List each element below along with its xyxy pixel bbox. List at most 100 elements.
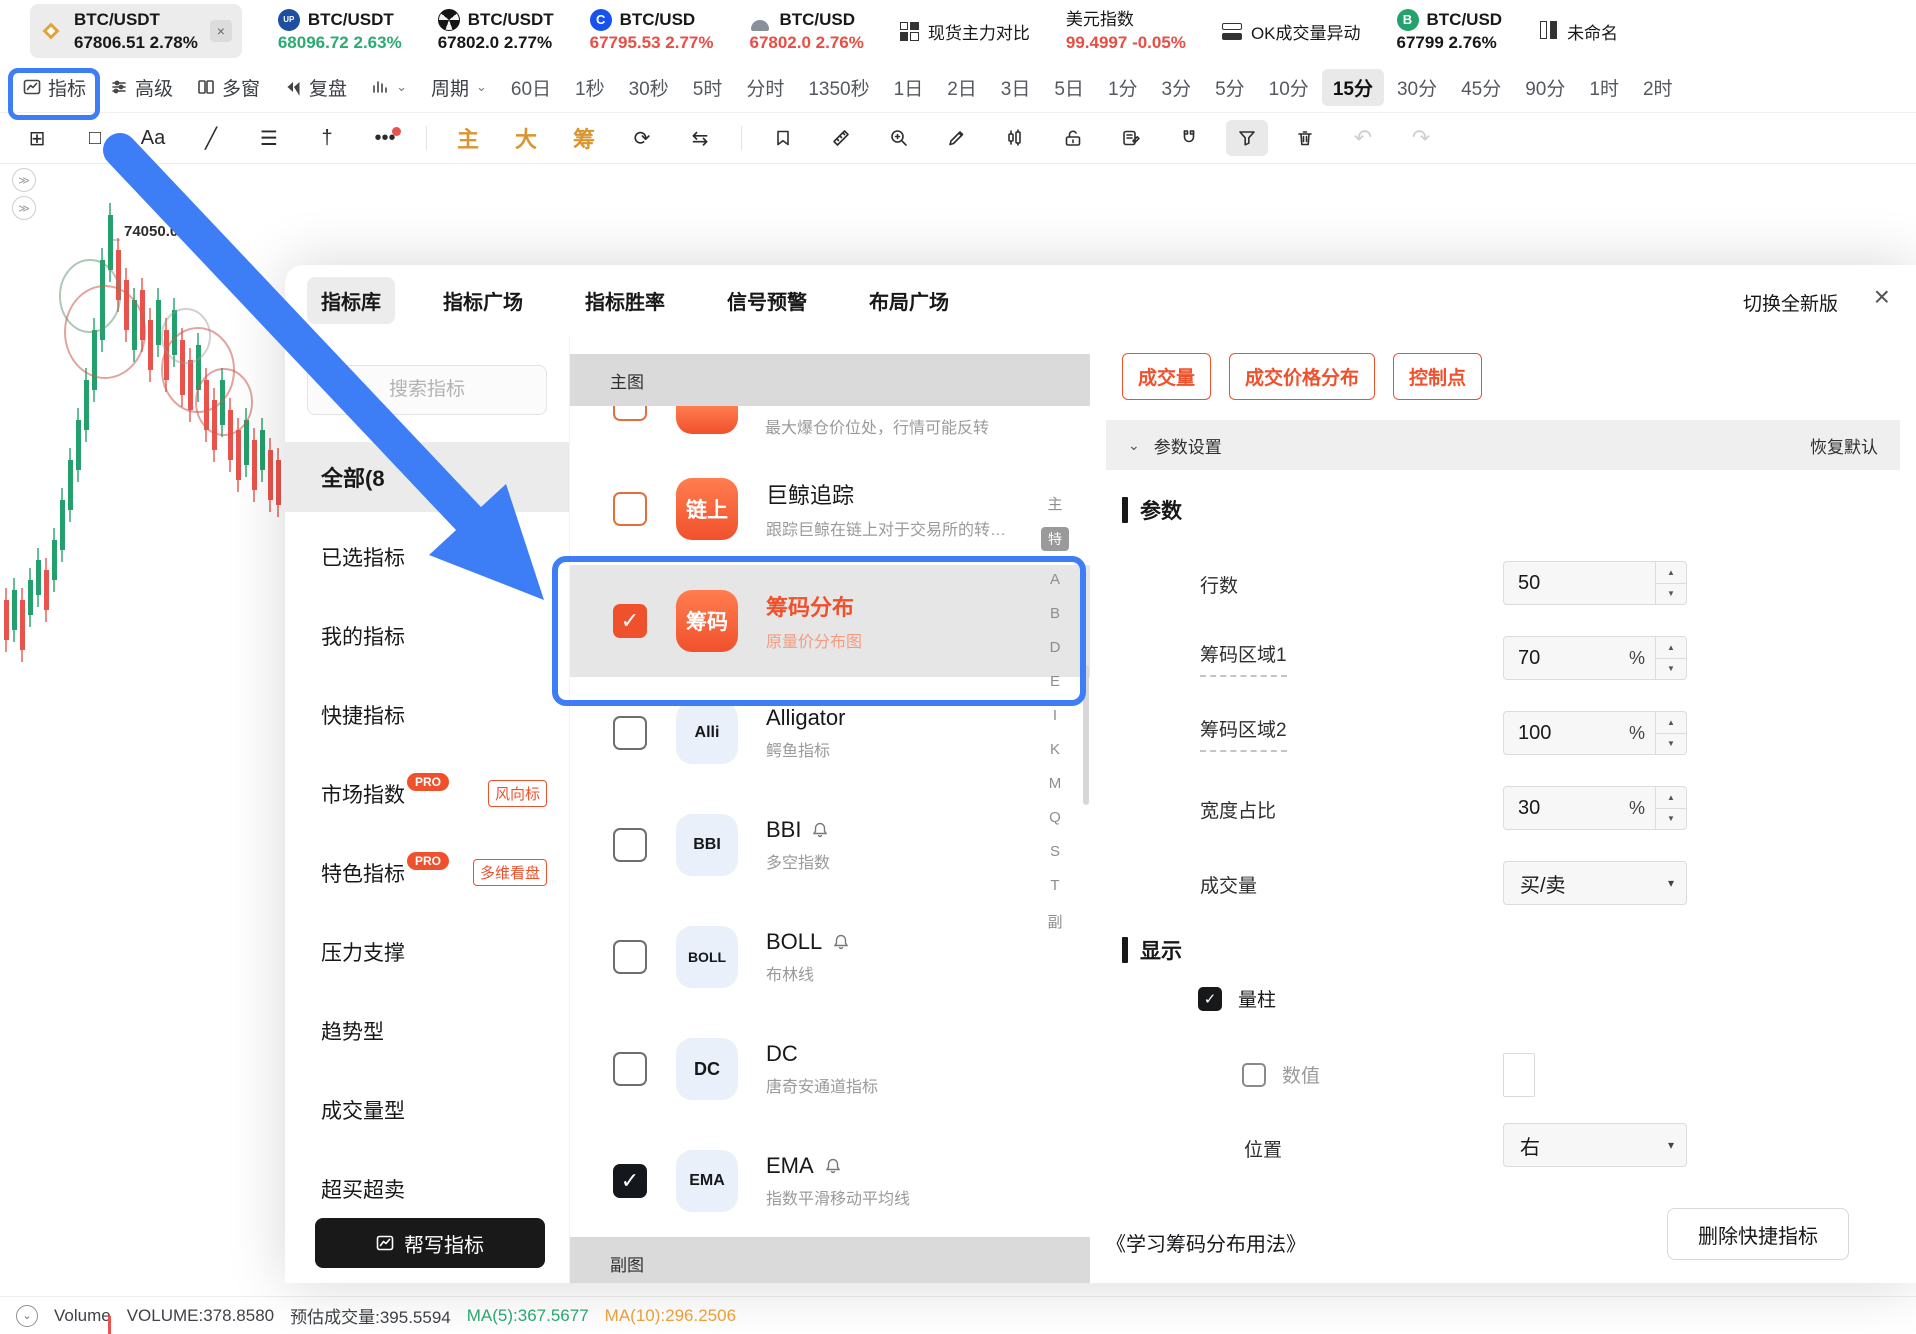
- ticker-btcusd-coinbase[interactable]: CBTC/USD 67795.53 2.77%: [590, 9, 714, 53]
- timeframe-1350s[interactable]: 1350秒: [797, 69, 880, 106]
- tab-indicator-library[interactable]: 指标库: [307, 277, 395, 324]
- rail-letter-q[interactable]: Q: [1041, 809, 1069, 826]
- timeframe-30s[interactable]: 30秒: [618, 69, 680, 106]
- rail-letter-t[interactable]: T: [1041, 877, 1069, 894]
- checkbox-checked[interactable]: [1198, 987, 1222, 1011]
- rail-letter-i[interactable]: I: [1041, 707, 1069, 724]
- volume-mode-select[interactable]: 买/卖 ▾: [1503, 861, 1687, 905]
- timeframe-5d[interactable]: 5日: [1043, 69, 1095, 106]
- chip-zone2-stepper[interactable]: 100% ▲▼: [1503, 711, 1687, 755]
- timeframe-15m-active[interactable]: 15分: [1322, 69, 1384, 106]
- pencil-icon[interactable]: [936, 120, 978, 156]
- spin-up-icon[interactable]: ▲: [1656, 562, 1686, 584]
- indicator-checkbox[interactable]: [613, 1052, 647, 1086]
- switch-new-version-link[interactable]: 切换全新版: [1743, 289, 1838, 316]
- sidebar-item-support-resistance[interactable]: 压力支撑: [285, 912, 569, 991]
- sidebar-item-trend[interactable]: 趋势型: [285, 991, 569, 1070]
- ok-volume-anomaly[interactable]: OK成交量异动: [1222, 19, 1361, 44]
- spin-up-icon[interactable]: ▲: [1656, 787, 1686, 809]
- tab-signal-alert[interactable]: 信号预警: [713, 277, 821, 324]
- rectangle-tool-icon[interactable]: □: [74, 120, 116, 156]
- toggle-values[interactable]: 数值: [1242, 1061, 1320, 1088]
- indic-row-boll[interactable]: BOLL BOLL 布林线: [570, 901, 1090, 1013]
- timeframe-1m[interactable]: 1分: [1097, 69, 1149, 106]
- sidebar-item-volume-type[interactable]: 成交量型: [285, 1070, 569, 1149]
- timeframe-1h[interactable]: 1时: [1578, 69, 1630, 106]
- ticker-btcusd-bitstamp[interactable]: BBTC/USD 67799 2.76%: [1397, 9, 1503, 53]
- position-select[interactable]: 右 ▾: [1503, 1123, 1687, 1167]
- indicator-checkbox[interactable]: [613, 406, 647, 421]
- indicator-checkbox[interactable]: [613, 940, 647, 974]
- lock-icon[interactable]: [1052, 120, 1094, 156]
- cross-tool-icon[interactable]: †: [306, 120, 348, 156]
- timeframe-90m[interactable]: 90分: [1514, 69, 1576, 106]
- sidebar-item-featured-indicators[interactable]: 特色指标PRO 多维看盘: [285, 833, 569, 912]
- toggle-volume-bars[interactable]: 量柱: [1198, 985, 1276, 1012]
- candles-icon[interactable]: [994, 120, 1036, 156]
- parallel-lines-icon[interactable]: ☰: [248, 120, 290, 156]
- tab-indicator-plaza[interactable]: 指标广场: [429, 277, 537, 324]
- indicator-checkbox[interactable]: [613, 716, 647, 750]
- timeframe-5h[interactable]: 5时: [682, 69, 734, 106]
- bell-icon[interactable]: [811, 821, 829, 839]
- multi-window-button[interactable]: 多窗: [186, 74, 271, 101]
- spinner[interactable]: ▲▼: [1655, 712, 1686, 754]
- indic-row-dc[interactable]: DC DC 唐奇安通道指标: [570, 1013, 1090, 1125]
- timeframe-1d[interactable]: 1日: [883, 69, 935, 106]
- pill-control-points[interactable]: 控制点: [1393, 353, 1482, 400]
- bell-icon[interactable]: [824, 1157, 842, 1175]
- spin-up-icon[interactable]: ▲: [1656, 637, 1686, 659]
- expand-chevron-icon[interactable]: ≫: [12, 196, 36, 220]
- pill-volume[interactable]: 成交量: [1122, 353, 1211, 400]
- delete-quick-indicator-button[interactable]: 删除快捷指标: [1667, 1208, 1849, 1260]
- width-ratio-stepper[interactable]: 30% ▲▼: [1503, 786, 1687, 830]
- indic-row-whale-tracking[interactable]: 链上 巨鲸追踪 跟踪巨鲸在链上对于交易所的转…: [570, 453, 1090, 565]
- indicator-checkbox[interactable]: [613, 828, 647, 862]
- spinner[interactable]: ▲▼: [1655, 562, 1686, 604]
- rows-stepper[interactable]: 50 ▲▼: [1503, 561, 1687, 605]
- rail-letter-m[interactable]: M: [1041, 775, 1069, 792]
- spinner[interactable]: ▲▼: [1655, 787, 1686, 829]
- text-tool-icon[interactable]: Aa: [132, 120, 174, 156]
- value-color-swatch[interactable]: [1503, 1053, 1535, 1097]
- filter-funnel-icon[interactable]: [1226, 120, 1268, 156]
- sidebar-item-overbought-oversold[interactable]: 超买超卖: [285, 1149, 569, 1228]
- indicator-checkbox-checked[interactable]: [613, 1164, 647, 1198]
- timeframe-10m[interactable]: 10分: [1258, 69, 1320, 106]
- sidebar-item-all[interactable]: 全部(8: [285, 442, 569, 512]
- spin-up-icon[interactable]: ▲: [1656, 712, 1686, 734]
- more-tools-icon[interactable]: •••: [364, 120, 406, 156]
- spinner[interactable]: ▲▼: [1655, 637, 1686, 679]
- usd-index[interactable]: 美元指数 99.4997 -0.05%: [1066, 9, 1186, 53]
- unnamed-layout[interactable]: 未命名: [1538, 19, 1618, 44]
- settings-collapse-bar[interactable]: ⌄ 参数设置 恢复默认: [1106, 420, 1900, 470]
- timeframe-3d[interactable]: 3日: [990, 69, 1042, 106]
- rail-sub[interactable]: 副: [1041, 911, 1069, 932]
- timeframe-2d[interactable]: 2日: [936, 69, 988, 106]
- magnet-icon[interactable]: [1168, 120, 1210, 156]
- indic-row-liquidation-partial[interactable]: 爆仓 最大爆仓价位处，行情可能反转: [570, 406, 1090, 453]
- sidebar-item-quick-indicators[interactable]: 快捷指标: [285, 675, 569, 754]
- large-view-shortcut[interactable]: 大: [505, 120, 547, 156]
- period-dropdown[interactable]: 周期 ⌄: [420, 74, 498, 101]
- indic-row-ema[interactable]: EMA EMA 指数平滑移动平均线: [570, 1125, 1090, 1237]
- timeframe-60d[interactable]: 60日: [500, 69, 562, 106]
- spin-down-icon[interactable]: ▼: [1656, 659, 1686, 680]
- spin-down-icon[interactable]: ▼: [1656, 809, 1686, 830]
- spin-down-icon[interactable]: ▼: [1656, 584, 1686, 605]
- timeframe-45m[interactable]: 45分: [1450, 69, 1512, 106]
- indicator-checkbox[interactable]: [613, 492, 647, 526]
- close-icon[interactable]: ×: [210, 20, 232, 42]
- learn-chip-distribution-link[interactable]: 《学习筹码分布用法》: [1106, 1228, 1306, 1257]
- sidebar-item-market-index[interactable]: 市场指数PRO 风向标: [285, 754, 569, 833]
- ticker-tab-active[interactable]: BTC/USDT 67806.51 2.78% ×: [30, 4, 242, 58]
- timeframe-1s[interactable]: 1秒: [564, 69, 616, 106]
- collapse-chevron-icon[interactable]: ⌄: [16, 1305, 38, 1327]
- redo-icon[interactable]: ↷: [1400, 120, 1442, 156]
- trendline-tool-icon[interactable]: ╱: [190, 120, 232, 156]
- spin-down-icon[interactable]: ▼: [1656, 734, 1686, 755]
- checkbox[interactable]: [1242, 1063, 1266, 1087]
- ticker-btcusd-dome[interactable]: BTC/USD 67802.0 2.76%: [749, 9, 863, 53]
- chart-style-dropdown[interactable]: ⌄: [360, 78, 418, 96]
- timeframe-2h[interactable]: 2时: [1632, 69, 1684, 106]
